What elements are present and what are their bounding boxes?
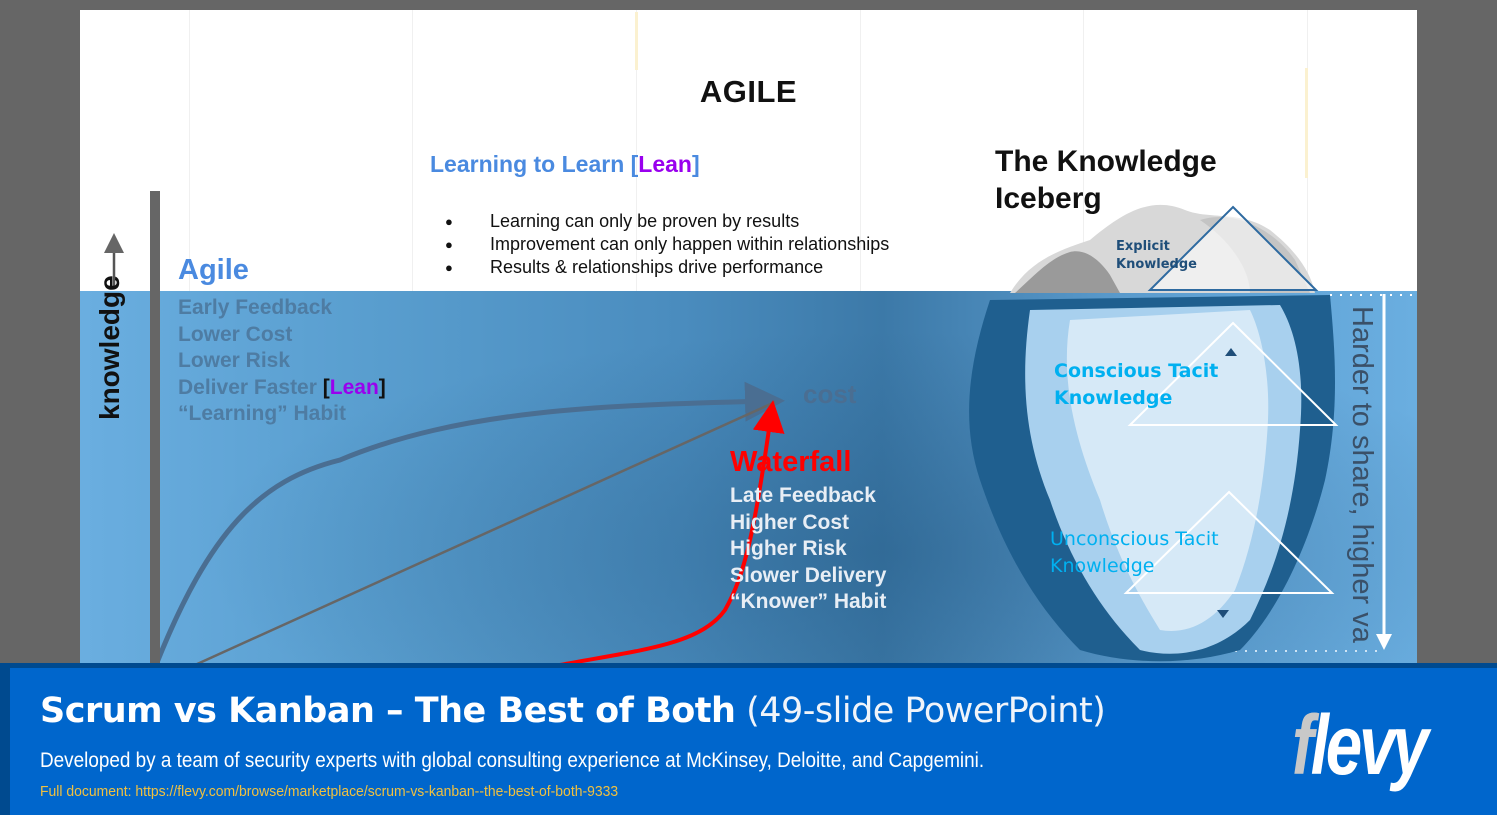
agile-item: “Learning” Habit [178,402,347,425]
unconscious-tacit-label: Unconscious Tacit Knowledge [1050,526,1219,580]
harder-to-share-label: Harder to share, higher va [1342,306,1382,665]
iceberg-title-line: Iceberg [995,182,1102,215]
label-line: Knowledge [1116,257,1197,272]
bracket: [ [322,375,330,399]
waterfall-item: “Knower” Habit [730,590,887,613]
waterfall-item: Slower Delivery [730,563,887,587]
cost-label: cost [803,379,857,409]
agile-item-text: Deliver Faster [178,375,317,399]
waterfall-drawbacks: Late Feedback Higher Cost Higher Risk Sl… [730,483,886,616]
harder-to-share-text: Harder to share, higher va [1346,306,1378,643]
agile-benefits: Early Feedback Lower Cost Lower Risk Del… [178,295,386,428]
bracket: ] [378,375,386,399]
label-line: Conscious Tacit [1054,360,1219,382]
document-link[interactable]: Full document: https://flevy.com/browse/… [40,783,618,800]
label-line: Knowledge [1054,387,1173,409]
waterfall-heading: Waterfall [730,446,852,478]
waterfall-item: Higher Cost [730,510,850,534]
linear-line [194,400,776,665]
document-title-meta: (49-slide PowerPoint) [735,691,1106,731]
agile-heading: Agile [178,254,249,286]
document-title: Scrum vs Kanban – The Best of Both (49-s… [40,691,1106,731]
iceberg-title: The Knowledge Iceberg [995,143,1217,217]
knowledge-axis-label: knowledge [94,275,125,420]
conscious-tacit-label: Conscious Tacit Knowledge [1054,358,1218,412]
label-line: Explicit [1116,239,1170,254]
label-line: Unconscious Tacit [1050,528,1219,550]
label-line: Knowledge [1050,555,1155,577]
waterfall-item: Higher Risk [730,537,847,560]
agile-item: Lower Risk [178,349,291,372]
vertical-axis [150,191,160,665]
flevy-logo[interactable]: flevy [1292,703,1429,787]
slide: AGILE Learning to Learn [Lean] Learning … [80,10,1417,665]
waterfall-item: Late Feedback [730,484,876,507]
agile-item: Lower Cost [178,322,293,346]
document-title-main: Scrum vs Kanban – The Best of Both [40,691,736,731]
footer-banner: Scrum vs Kanban – The Best of Both (49-s… [0,663,1497,815]
logo-rest: levy [1310,698,1429,792]
footer-border [0,663,10,815]
logo-f: f [1292,698,1314,792]
lean-tag: Lean [329,375,379,399]
agile-curve [153,381,785,665]
footer-border [0,663,1497,668]
iceberg-title-line: The Knowledge [995,145,1217,178]
agile-item: Early Feedback [178,296,333,319]
agile-item: Deliver Faster [Lean] [178,375,386,402]
document-subtitle: Developed by a team of security experts … [40,749,985,772]
explicit-knowledge-label: Explicit Knowledge [1116,238,1197,274]
